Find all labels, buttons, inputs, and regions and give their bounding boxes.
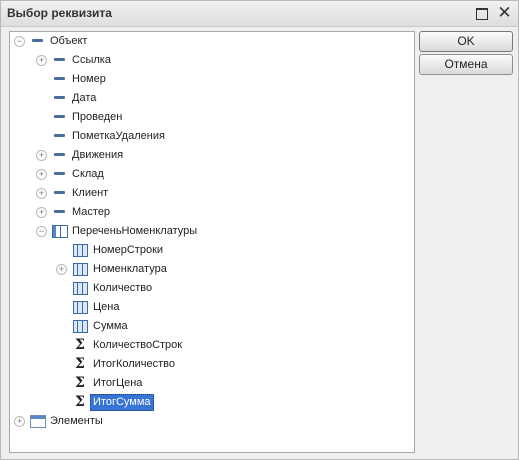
close-icon[interactable]: ✕ bbox=[496, 4, 513, 22]
cancel-button[interactable]: Отмена bbox=[419, 54, 513, 75]
expand-icon[interactable]: + bbox=[36, 150, 47, 161]
sigma-icon: Σ bbox=[75, 394, 85, 410]
ok-button[interactable]: OK bbox=[419, 31, 513, 52]
column-icon bbox=[73, 244, 88, 257]
expand-icon[interactable]: + bbox=[56, 264, 67, 275]
field-icon bbox=[53, 205, 67, 219]
field-icon bbox=[53, 53, 67, 67]
tree-node-label: Ссылка bbox=[72, 54, 111, 66]
tree-node-label: НомерСтроки bbox=[93, 244, 164, 256]
tree-node-label: ИтогЦена bbox=[93, 377, 143, 389]
column-icon bbox=[73, 301, 88, 314]
field-icon bbox=[53, 129, 67, 143]
expand-icon[interactable]: + bbox=[36, 188, 47, 199]
column-icon bbox=[73, 282, 88, 295]
tree-node-label: Движения bbox=[72, 149, 124, 161]
tree-node-label: Объект bbox=[50, 35, 88, 47]
field-icon bbox=[53, 186, 67, 200]
tree-node-label: Клиент bbox=[72, 187, 109, 199]
tree-node-label: Проведен bbox=[72, 111, 123, 123]
field-icon bbox=[53, 91, 67, 105]
tree-node-label: Мастер bbox=[72, 206, 111, 218]
field-icon bbox=[31, 34, 45, 48]
select-attribute-dialog: Выбор реквизита ✕ − Объект + Ссылка Номе… bbox=[0, 0, 519, 460]
tree-node-label: Сумма bbox=[93, 320, 128, 332]
table-icon bbox=[52, 225, 68, 238]
field-icon bbox=[53, 167, 67, 181]
sigma-icon: Σ bbox=[75, 356, 85, 372]
tree-node-label: КоличествоСтрок bbox=[93, 339, 183, 351]
title-bar: Выбор реквизита ✕ bbox=[1, 1, 518, 27]
field-icon bbox=[53, 148, 67, 162]
tree-node-label: ПереченьНоменклатуры bbox=[72, 225, 198, 237]
collapse-icon[interactable]: − bbox=[14, 36, 25, 47]
tree-node-label: Номер bbox=[72, 73, 106, 85]
expand-icon[interactable]: + bbox=[36, 169, 47, 180]
dialog-title: Выбор реквизита bbox=[7, 6, 112, 20]
tree-node-label: ИтогКоличество bbox=[93, 358, 176, 370]
tree-node-label: Количество bbox=[93, 282, 153, 294]
sigma-icon: Σ bbox=[75, 337, 85, 353]
tree-node-label: Склад bbox=[72, 168, 104, 180]
sigma-icon: Σ bbox=[75, 375, 85, 391]
tree-node-label: ПометкаУдаления bbox=[72, 130, 165, 142]
list-icon bbox=[30, 415, 46, 428]
attribute-tree[interactable]: − Объект + Ссылка Номер Дата Проведен По… bbox=[9, 31, 415, 453]
tree-node-label: Дата bbox=[72, 92, 97, 104]
column-icon bbox=[73, 320, 88, 333]
field-icon bbox=[53, 72, 67, 86]
tree-node-label: Номенклатура bbox=[93, 263, 167, 275]
column-icon bbox=[73, 263, 88, 276]
tree-node-label: Цена bbox=[93, 301, 120, 313]
tree-node-label: Элементы bbox=[50, 415, 103, 427]
collapse-icon[interactable]: − bbox=[36, 226, 47, 237]
expand-icon[interactable]: + bbox=[36, 55, 47, 66]
expand-icon[interactable]: + bbox=[14, 416, 25, 427]
maximize-icon[interactable] bbox=[473, 5, 490, 22]
field-icon bbox=[53, 110, 67, 124]
tree-node-label-selected: ИтогСумма bbox=[90, 394, 154, 411]
expand-icon[interactable]: + bbox=[36, 207, 47, 218]
